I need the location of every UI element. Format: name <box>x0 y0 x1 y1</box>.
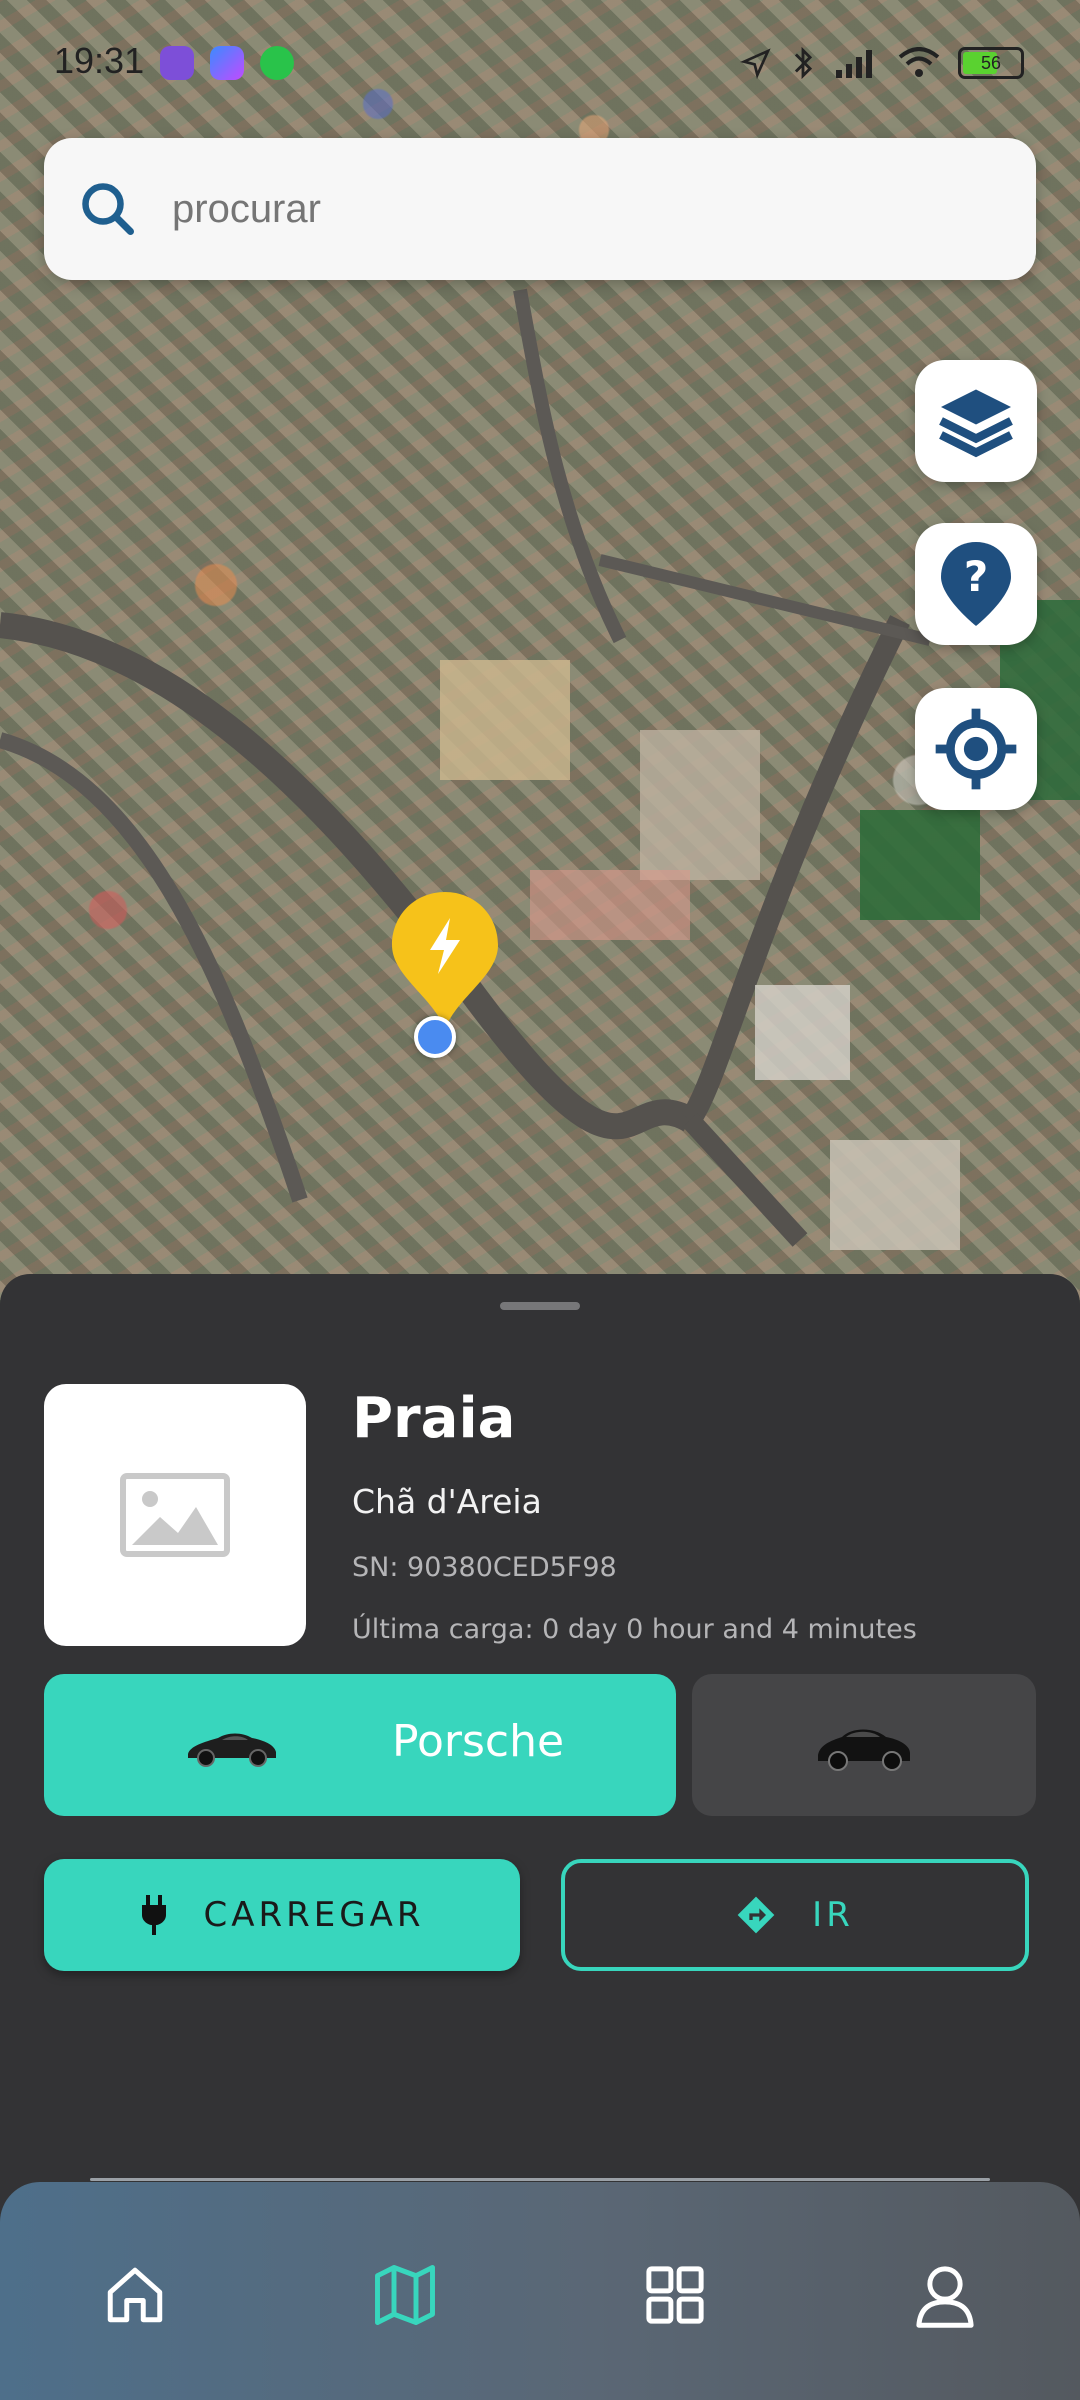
layers-icon <box>939 389 1013 458</box>
charge-button[interactable]: CARREGAR <box>44 1859 520 1971</box>
go-button-label: IR <box>812 1895 854 1935</box>
plug-icon <box>141 1895 166 1935</box>
charging-station-marker[interactable] <box>390 890 500 1030</box>
station-image <box>44 1384 306 1646</box>
whatsapp-icon <box>260 46 294 80</box>
messenger-icon <box>210 46 244 80</box>
battery-level: 56 <box>980 53 1002 73</box>
nav-divider <box>90 2178 990 2181</box>
image-placeholder-icon <box>120 1473 230 1557</box>
user-icon <box>916 2266 974 2328</box>
system-icons: 56 <box>740 46 1024 80</box>
car-icon <box>188 1733 276 1767</box>
search-icon <box>82 183 134 235</box>
help-marker-icon: ? <box>941 542 1011 626</box>
help-button[interactable]: ? <box>915 523 1037 645</box>
vehicle-card-porsche[interactable]: Porsche <box>44 1674 676 1816</box>
station-title: Praia <box>352 1386 516 1451</box>
svg-text:?: ? <box>964 552 988 601</box>
station-subtitle: Chã d'Areia <box>352 1482 542 1521</box>
wifi-icon <box>898 47 940 77</box>
vehicle-name: Porsche <box>392 1716 565 1767</box>
user-location-dot <box>414 1016 456 1058</box>
map-icon <box>375 2265 435 2325</box>
signal-icon <box>836 50 872 78</box>
station-serial: SN: 90380CED5F98 <box>352 1552 617 1583</box>
locate-button[interactable] <box>915 688 1037 810</box>
home-icon <box>107 2267 163 2323</box>
nav-profile[interactable] <box>900 2250 990 2340</box>
car-icon <box>818 1729 910 1771</box>
nav-map[interactable] <box>360 2250 450 2340</box>
go-button[interactable]: IR <box>561 1859 1029 1971</box>
location-arrow-icon <box>740 48 771 79</box>
layers-button[interactable] <box>915 360 1037 482</box>
nav-grid[interactable] <box>630 2250 720 2340</box>
vehicle-card-other[interactable] <box>692 1674 1036 1816</box>
sheet-drag-handle[interactable] <box>500 1302 580 1310</box>
viber-icon <box>160 46 194 80</box>
locate-crosshair-icon <box>935 708 1017 790</box>
search-bar[interactable] <box>44 138 1036 280</box>
directions-icon <box>737 1896 775 1934</box>
nav-home[interactable] <box>90 2250 180 2340</box>
grid-icon <box>646 2266 704 2324</box>
app-screen: 19:31 56 procurar ? Praia Chã d'Areia SN… <box>0 0 1080 2400</box>
notification-icons <box>160 46 294 80</box>
status-bar: 19:31 56 <box>0 0 1080 130</box>
search-input[interactable] <box>170 185 994 233</box>
station-last-charge: Última carga: 0 day 0 hour and 4 minutes <box>352 1614 917 1645</box>
charge-button-label: CARREGAR <box>203 1895 425 1935</box>
battery-indicator: 56 <box>958 47 1024 79</box>
bluetooth-icon <box>794 46 813 80</box>
status-time: 19:31 <box>54 40 145 81</box>
